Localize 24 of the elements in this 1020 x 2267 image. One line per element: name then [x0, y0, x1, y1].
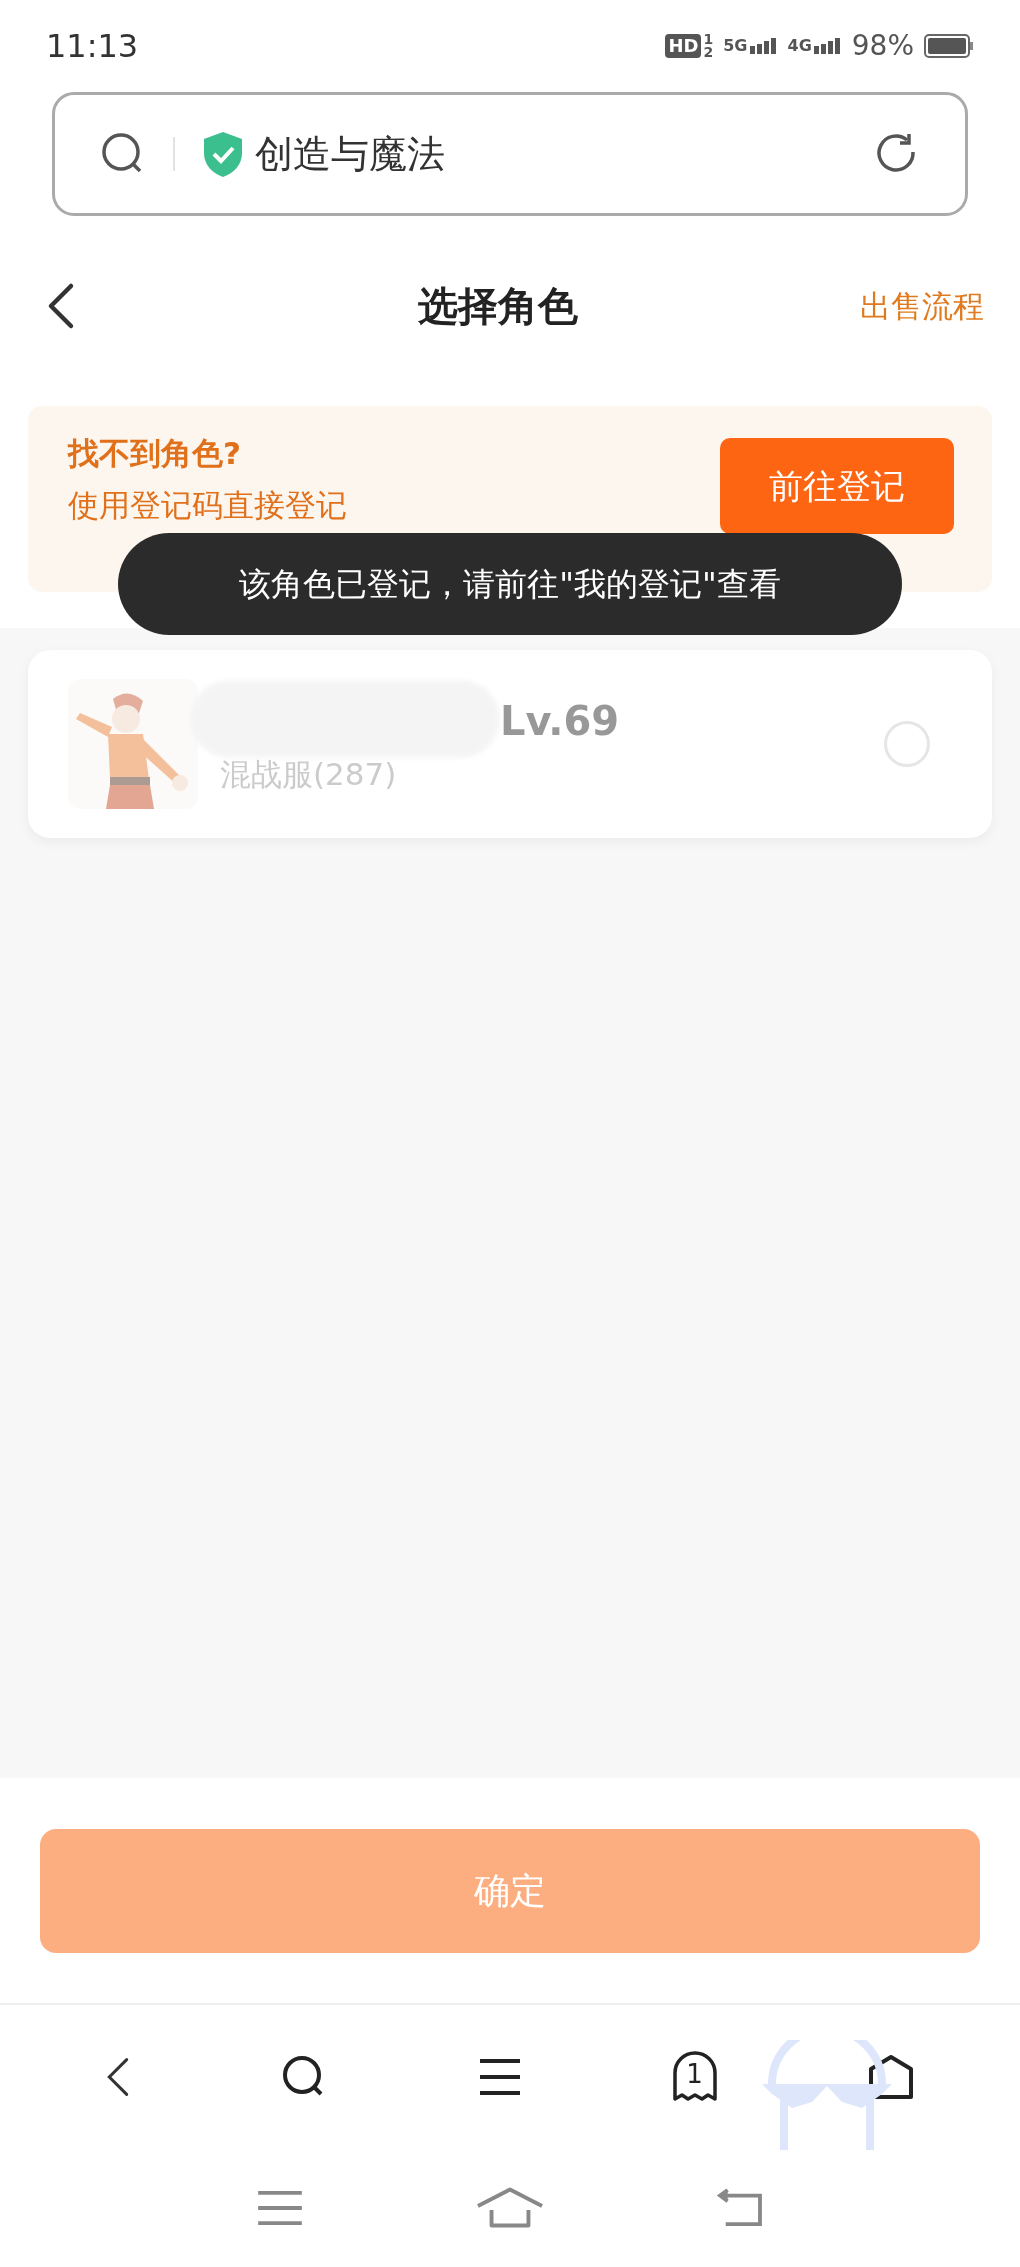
sim-number: 1: [703, 33, 714, 46]
battery-percent: 98%: [851, 28, 914, 64]
address-text: 创造与魔法: [255, 130, 446, 178]
banner-title: 找不到角色?: [68, 433, 242, 473]
status-time: 11:13: [46, 26, 139, 67]
address-bar[interactable]: 创造与魔法: [52, 92, 968, 216]
toast-message: 该角色已登记，请前往"我的登记"查看: [118, 533, 902, 635]
menu-icon[interactable]: [478, 2056, 522, 2097]
character-level: Lv.69: [500, 696, 620, 746]
register-button[interactable]: 前往登记: [720, 438, 954, 534]
tabs-button[interactable]: 1: [671, 2050, 718, 2103]
sale-process-link[interactable]: 出售流程: [860, 282, 984, 330]
network-type: 5G: [723, 38, 748, 54]
network-type: 4G: [787, 38, 812, 54]
sim-number: 2: [703, 46, 714, 59]
recent-apps-icon[interactable]: [256, 2188, 304, 2227]
signal-icon: [813, 38, 842, 54]
back-icon[interactable]: [46, 282, 76, 330]
home-icon[interactable]: [867, 2052, 916, 2101]
signal-icon: [749, 38, 778, 54]
hd-badge: HD: [665, 34, 702, 58]
page-title: 选择角色: [418, 282, 578, 331]
battery-icon: [924, 34, 974, 58]
banner-subtitle: 使用登记码直接登记: [68, 486, 347, 525]
